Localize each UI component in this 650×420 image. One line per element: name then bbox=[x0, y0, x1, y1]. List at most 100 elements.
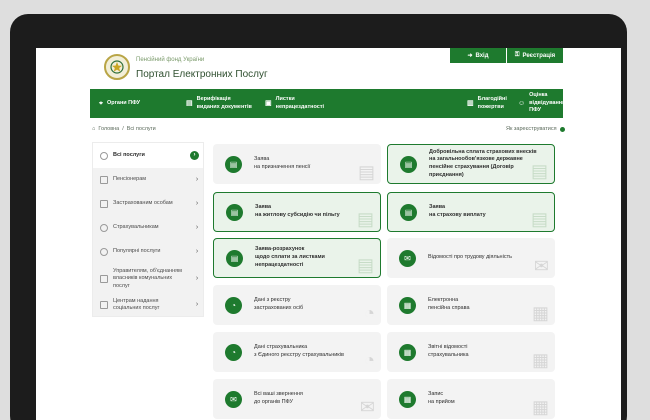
document-icon: ▤ bbox=[226, 249, 243, 267]
service-card-electronic-pension-file[interactable]: ▦ Електронна пенсійна справа ▦ bbox=[387, 285, 555, 325]
card-title-line2: на житлову субсидію чи пільгу bbox=[255, 212, 340, 218]
nav-item-verification[interactable]: ▤ Верифікація виданих документів bbox=[186, 89, 252, 118]
how-to-register-link[interactable]: Як зареєструватися bbox=[506, 126, 565, 132]
grid-icon bbox=[100, 151, 108, 160]
nav-item-label: Органи ПФУ bbox=[106, 99, 141, 106]
card-title: Заява-розрахунок щодо сплати за листками… bbox=[255, 246, 365, 269]
sidebar-item-label: Всі послуги bbox=[113, 151, 145, 158]
service-card-insurance-payment[interactable]: ▤ Заява на страхову виплату ▤ bbox=[387, 192, 555, 232]
card-title: Добровільна сплата страхових внесків на … bbox=[429, 149, 539, 180]
card-title: Заява на призначення пенсії bbox=[254, 156, 364, 171]
card-title-line2: пенсійна справа bbox=[428, 305, 470, 311]
map-icon: ⌖ bbox=[99, 99, 103, 107]
gift-icon: ▥ bbox=[467, 99, 474, 107]
service-card-insurer-reports[interactable]: ▦ Звітні відомості страхувальника ▦ bbox=[387, 332, 555, 372]
document-check-icon: ▤ bbox=[186, 99, 193, 107]
document-icon: ▤ bbox=[225, 155, 242, 173]
service-card-sick-leave-payment[interactable]: ▤ Заява-розрахунок щодо сплати за листка… bbox=[213, 238, 381, 278]
pensioner-icon bbox=[100, 176, 108, 184]
chat-icon: ◔ bbox=[225, 296, 242, 314]
card-title-line1: Відомості про трудову діяльність bbox=[428, 254, 512, 261]
chevron-right-icon: › bbox=[195, 301, 199, 309]
breadcrumb: ⌂ Головна / Всі послуги bbox=[92, 126, 156, 132]
sidebar-item-managers[interactable]: Управителям, об'єднанням власників комун… bbox=[93, 264, 203, 294]
service-card-employment-info[interactable]: ✉ Відомості про трудову діяльність ✉ bbox=[387, 238, 555, 278]
calendar-watermark-icon: ▦ bbox=[531, 397, 549, 417]
card-title: Заява на житлову субсидію чи пільгу bbox=[255, 204, 365, 219]
service-card-housing-subsidy[interactable]: ▤ Заява на житлову субсидію чи пільгу ▤ bbox=[213, 192, 381, 232]
service-card-voluntary-contributions[interactable]: ▤ Добровільна сплата страхових внесків н… bbox=[387, 144, 555, 184]
service-card-all-appeals[interactable]: ✉ Всі ваші звернення до органів ПФУ ✉ bbox=[213, 379, 381, 419]
nav-item-label: Благодійні пожертви bbox=[478, 96, 507, 111]
laptop-frame: Пенсійний фонд України Портал Електронни… bbox=[10, 14, 627, 420]
card-title: Дані з реєстру застрахованих осіб bbox=[254, 297, 364, 312]
form-watermark-icon: ▤ bbox=[530, 161, 548, 181]
sidebar-item-insured-persons[interactable]: Застрахованим особам › bbox=[93, 192, 203, 216]
card-title-line1: Електронна bbox=[428, 297, 459, 304]
folder-watermark-icon: ▦ bbox=[531, 303, 549, 323]
card-title: Дані страхувальника з Єдиного реєстру ст… bbox=[254, 344, 364, 359]
folder-icon: ▦ bbox=[399, 296, 416, 314]
fund-name: Пенсійний фонд України bbox=[136, 57, 205, 63]
chat-icon: ◔ bbox=[225, 343, 242, 361]
card-title-line1: Заява bbox=[255, 204, 272, 211]
nav-item-sick-leave[interactable]: ▣ Листки непрацездатності bbox=[265, 89, 324, 118]
sidebar-item-popular-services[interactable]: Популярні послуги › bbox=[93, 240, 203, 264]
chevron-right-icon: › bbox=[195, 275, 199, 283]
nav-item-donations[interactable]: ▥ Благодійні пожертви bbox=[467, 89, 507, 118]
card-title-line1: Добровільна сплата страхових внесків bbox=[429, 148, 537, 155]
breadcrumb-home[interactable]: Головна bbox=[98, 126, 119, 132]
register-label: Реєстрація bbox=[522, 52, 556, 59]
sidebar-item-label: Популярні послуги bbox=[113, 248, 161, 255]
card-title-line2: страхувальника bbox=[428, 352, 469, 358]
nav-item-pfu-offices[interactable]: ⌖ Органи ПФУ bbox=[99, 89, 140, 118]
service-card-insurer-registry[interactable]: ◔ Дані страхувальника з Єдиного реєстру … bbox=[213, 332, 381, 372]
nav-item-label-line2: непрацездатності bbox=[275, 103, 325, 110]
building-icon bbox=[100, 275, 108, 283]
nav-item-label-line1: Верифікація bbox=[196, 96, 231, 103]
nav-item-label-line2: пожертви bbox=[477, 103, 504, 110]
form-watermark-icon: ▤ bbox=[356, 209, 374, 229]
register-button[interactable]: ⚿ Реєстрація bbox=[506, 48, 563, 63]
mail-watermark-icon: ✉ bbox=[359, 397, 375, 417]
card-title: Всі ваші звернення до органів ПФУ bbox=[254, 391, 364, 406]
card-title-line1: Заява bbox=[429, 204, 446, 211]
card-title-line1: Всі ваші звернення bbox=[254, 391, 303, 398]
nav-item-label-line1: Листки bbox=[275, 96, 295, 103]
chevron-right-icon: › bbox=[190, 151, 199, 160]
sidebar-item-pensioners[interactable]: Пенсіонерам › bbox=[93, 168, 203, 192]
chevron-right-icon: › bbox=[195, 248, 199, 256]
breadcrumb-current: Всі послуги bbox=[126, 126, 156, 132]
key-icon: ⚿ bbox=[514, 52, 520, 58]
chat-watermark-icon: ◔ bbox=[364, 303, 375, 323]
camera-icon: ▣ bbox=[265, 99, 272, 107]
star-icon bbox=[100, 248, 108, 256]
card-title-line2: з Єдиного реєстру страхувальників bbox=[254, 352, 344, 358]
service-card-appointment[interactable]: ▦ Запис на прийом ▦ bbox=[387, 379, 555, 419]
chat-watermark-icon: ◔ bbox=[364, 350, 375, 370]
sidebar-item-label: Пенсіонерам bbox=[113, 176, 147, 183]
sidebar: Всі послуги › Пенсіонерам › Застраховани… bbox=[92, 142, 204, 317]
portal-title[interactable]: Портал Електронних Послуг bbox=[136, 69, 268, 80]
card-title-line1: Дані з реєстру bbox=[254, 297, 291, 304]
form-watermark-icon: ▤ bbox=[357, 162, 375, 182]
insured-person-icon bbox=[100, 200, 108, 208]
sidebar-item-label: Центрам надання соціальних послуг bbox=[113, 297, 160, 311]
service-card-insured-registry[interactable]: ◔ Дані з реєстру застрахованих осіб ◔ bbox=[213, 285, 381, 325]
nav-item-label-line2: відвідування ПФУ bbox=[529, 99, 566, 114]
sidebar-item-label: Застрахованим особам bbox=[113, 200, 173, 207]
sidebar-item-social-centers[interactable]: Центрам надання соціальних послуг › bbox=[93, 294, 203, 316]
card-title-line2: щодо сплати за листками непрацездатності bbox=[255, 254, 325, 268]
sidebar-item-insurers[interactable]: Страхувальникам › bbox=[93, 216, 203, 240]
pfu-logo[interactable] bbox=[104, 54, 130, 80]
nav-item-rating[interactable]: ☺ Оцінка відвідування ПФУ bbox=[518, 89, 565, 118]
sidebar-item-all-services[interactable]: Всі послуги › bbox=[93, 143, 203, 168]
info-icon bbox=[559, 126, 565, 132]
card-title: Заява на страхову виплату bbox=[429, 204, 539, 219]
auth-bar: ➜ Вхід ⚿ Реєстрація bbox=[450, 48, 563, 63]
login-button[interactable]: ➜ Вхід bbox=[450, 48, 506, 63]
card-title-line2: на загальнообов'язкове державне пенсійне… bbox=[429, 156, 523, 178]
service-card-pension-application[interactable]: ▤ Заява на призначення пенсії ▤ bbox=[213, 144, 381, 184]
report-watermark-icon: ▦ bbox=[531, 350, 549, 370]
nav-item-label: Листки непрацездатності bbox=[276, 96, 324, 111]
